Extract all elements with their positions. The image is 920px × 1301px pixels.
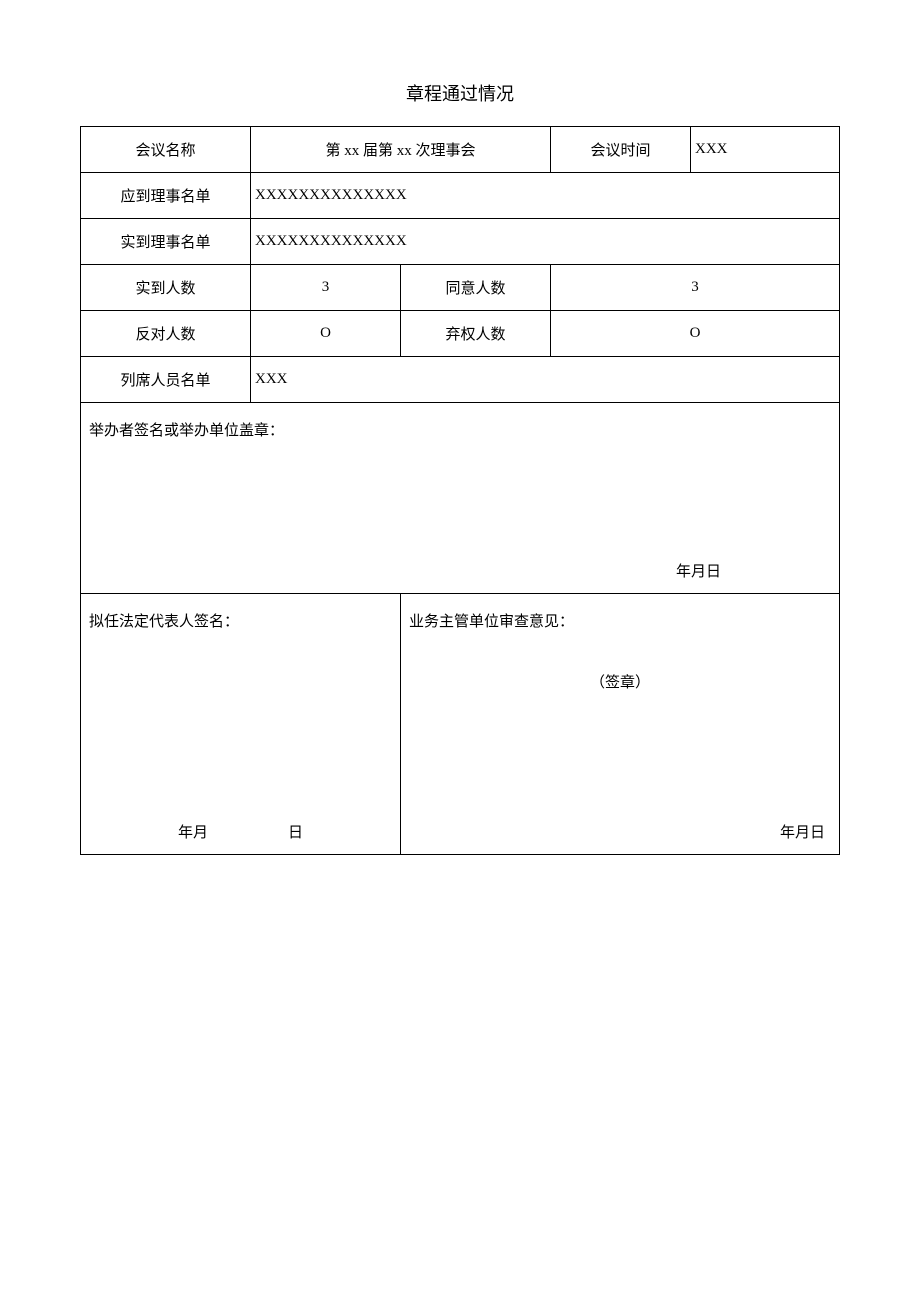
date-d-legal: 日 (288, 821, 303, 842)
value-meeting-name: 第 xx 届第 xx 次理事会 (251, 127, 551, 173)
value-abstain-count: O (551, 311, 840, 357)
form-table: 会议名称 第 xx 届第 xx 次理事会 会议时间 XXX 应到理事名单 XXX… (80, 126, 840, 855)
page-title: 章程通过情况 (80, 80, 840, 106)
label-supervisor-opinion: 业务主管单位审查意见： (409, 610, 831, 631)
date-ymd-supervisor: 年月日 (780, 821, 825, 842)
value-meeting-time: XXX (691, 127, 840, 173)
label-expected-list: 应到理事名单 (81, 173, 251, 219)
value-expected-list: XXXXXXXXXXXXXX (251, 173, 840, 219)
label-actual-count: 实到人数 (81, 265, 251, 311)
date-ym-legal: 年月 (178, 821, 208, 842)
label-abstain-count: 弃权人数 (401, 311, 551, 357)
label-oppose-count: 反对人数 (81, 311, 251, 357)
label-legal-rep-sig: 拟任法定代表人签名： (89, 610, 392, 631)
value-actual-list: XXXXXXXXXXXXXX (251, 219, 840, 265)
date-ymd-organizer: 年月日 (676, 560, 721, 581)
legal-rep-signature-block: 拟任法定代表人签名： 年月 日 (81, 594, 401, 855)
value-attendee-list: XXX (251, 357, 840, 403)
label-seal: （签章） (409, 671, 831, 692)
label-organizer-sig: 举办者签名或举办单位盖章： (89, 419, 831, 440)
value-oppose-count: O (251, 311, 401, 357)
organizer-signature-block: 举办者签名或举办单位盖章： 年月日 (81, 403, 840, 594)
label-meeting-name: 会议名称 (81, 127, 251, 173)
value-actual-count: 3 (251, 265, 401, 311)
supervisor-opinion-block: 业务主管单位审查意见： （签章） 年月日 (401, 594, 840, 855)
label-meeting-time: 会议时间 (551, 127, 691, 173)
label-attendee-list: 列席人员名单 (81, 357, 251, 403)
value-agree-count: 3 (551, 265, 840, 311)
label-actual-list: 实到理事名单 (81, 219, 251, 265)
label-agree-count: 同意人数 (401, 265, 551, 311)
